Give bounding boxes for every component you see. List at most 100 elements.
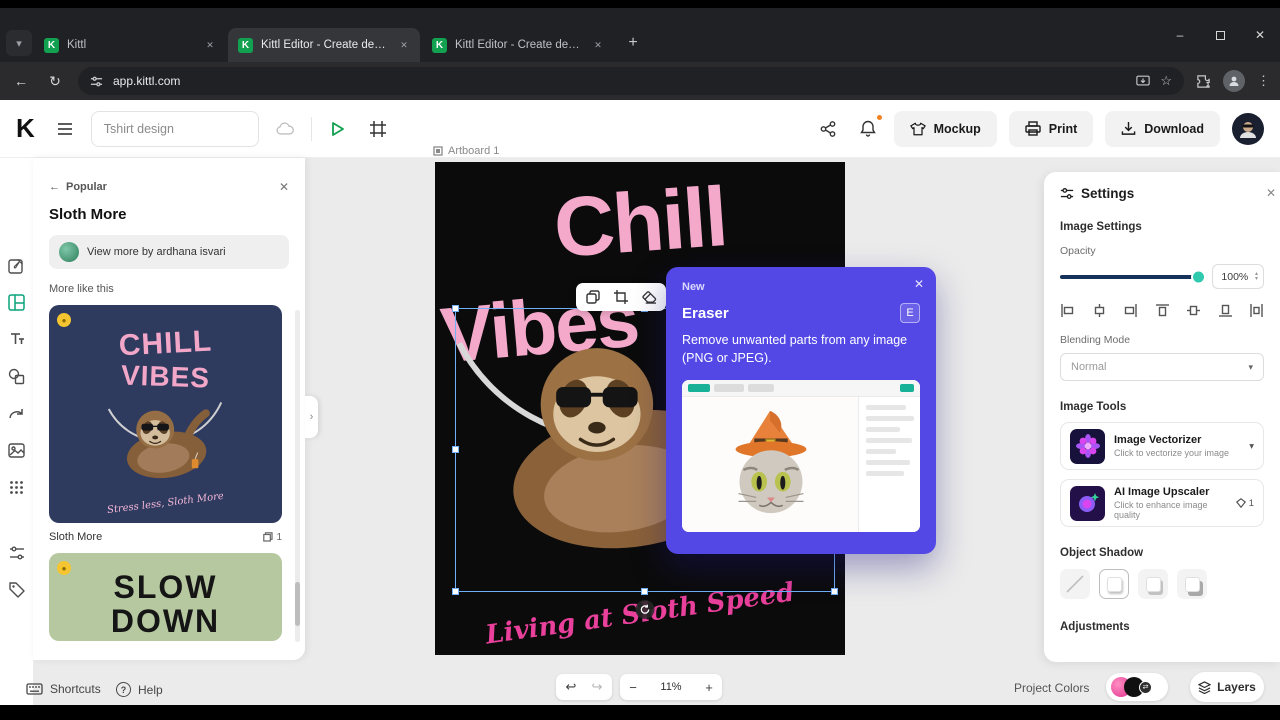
panel-back-label[interactable]: Popular: [66, 181, 107, 193]
mockup-label: Mockup: [933, 121, 981, 136]
help-button[interactable]: ? Help: [116, 682, 163, 697]
crop-icon: [614, 290, 628, 304]
artboard-frame-button[interactable]: [364, 115, 392, 143]
main-menu-button[interactable]: [51, 115, 79, 143]
zoom-level[interactable]: 11%: [646, 681, 696, 693]
opacity-stepper[interactable]: ▴ ▾: [1255, 271, 1258, 282]
align-top-icon[interactable]: [1155, 303, 1170, 318]
project-colors-widget[interactable]: ⇄: [1106, 673, 1168, 701]
tool-expand-chevron[interactable]: ▾: [1249, 441, 1254, 452]
shadow-option-2[interactable]: [1138, 569, 1168, 599]
mockup-button[interactable]: Mockup: [893, 110, 997, 147]
animate-play-button[interactable]: [324, 115, 352, 143]
tool-settings-button[interactable]: [6, 542, 28, 564]
site-settings-icon[interactable]: [90, 75, 103, 88]
panel-collapse-handle[interactable]: ›: [305, 396, 318, 438]
scrollbar-thumb[interactable]: [295, 582, 300, 626]
panel-back-button[interactable]: ←: [49, 181, 60, 193]
download-button[interactable]: Download: [1105, 110, 1220, 147]
url-text[interactable]: app.kittl.com: [113, 74, 1126, 88]
thumbnail-caption[interactable]: Sloth More: [49, 531, 102, 543]
omnibox[interactable]: app.kittl.com ☆: [78, 67, 1184, 95]
align-center-vertical-icon[interactable]: [1186, 303, 1201, 318]
blending-mode-label: Blending Mode: [1060, 334, 1131, 346]
window-maximize-button[interactable]: [1200, 8, 1240, 62]
align-right-icon[interactable]: [1123, 303, 1138, 318]
bookmark-star-icon[interactable]: ☆: [1160, 73, 1172, 89]
tool-text-button[interactable]: [6, 328, 28, 350]
shortcuts-label: Shortcuts: [50, 682, 101, 696]
shadow-option-3[interactable]: [1177, 569, 1207, 599]
shortcuts-button[interactable]: Shortcuts: [26, 682, 101, 696]
tab-close-icon[interactable]: ✕: [202, 37, 218, 53]
blending-mode-select[interactable]: Normal ▾: [1060, 353, 1264, 381]
window-close-button[interactable]: ✕: [1240, 8, 1280, 62]
undo-button[interactable]: ↩: [560, 679, 582, 695]
template-thumbnail-chill-vibes[interactable]: ● CHILL VIBES Stress less, Sloth More: [49, 305, 282, 523]
tab-search-button[interactable]: ▾: [6, 30, 32, 56]
browser-profile-avatar[interactable]: [1223, 70, 1245, 92]
stepper-down-icon[interactable]: ▾: [1255, 276, 1258, 282]
templates-side-panel: ← Popular ✕ Sloth More View more by ardh…: [33, 158, 305, 660]
kittl-favicon: K: [238, 37, 253, 53]
tool-edit-button[interactable]: [6, 254, 28, 276]
window-minimize-button[interactable]: –: [1160, 8, 1200, 62]
crop-button[interactable]: [609, 286, 633, 308]
align-center-horizontal-icon[interactable]: [1092, 303, 1107, 318]
chevron-down-icon: ▾: [1248, 361, 1253, 372]
tab-close-icon[interactable]: ✕: [396, 37, 412, 53]
panel-scrollbar[interactable]: [295, 310, 300, 642]
ai-upscaler-card[interactable]: AI Image Upscaler Click to enhance image…: [1060, 479, 1264, 527]
notifications-button[interactable]: [854, 113, 883, 143]
tool-brand-button[interactable]: [6, 579, 28, 601]
design-title-input[interactable]: [90, 110, 259, 147]
shadow-option-1-selected[interactable]: [1099, 569, 1129, 599]
tool-transform-button[interactable]: [6, 402, 28, 424]
new-tab-button[interactable]: +: [620, 30, 646, 56]
tool-templates-button[interactable]: [6, 291, 28, 313]
tool-photos-button[interactable]: [6, 439, 28, 461]
opacity-slider[interactable]: [1060, 271, 1205, 282]
image-vectorizer-card[interactable]: Image Vectorizer Click to vectorize your…: [1060, 422, 1264, 470]
tool-elements-button[interactable]: [6, 476, 28, 498]
distribute-icon[interactable]: [1249, 303, 1264, 318]
settings-close-icon[interactable]: ✕: [1266, 186, 1276, 200]
align-bottom-icon[interactable]: [1218, 303, 1233, 318]
zoom-out-button[interactable]: −: [620, 680, 646, 695]
browser-tab-1[interactable]: K Kittl ✕: [34, 28, 226, 62]
duplicate-button[interactable]: [581, 286, 605, 308]
browser-menu-icon[interactable]: ⋮: [1257, 73, 1270, 89]
extensions-icon[interactable]: [1196, 74, 1211, 89]
tool-shapes-button[interactable]: [6, 365, 28, 387]
kittl-logo[interactable]: K: [16, 113, 35, 144]
eraser-button[interactable]: [637, 286, 661, 308]
panel-close-icon[interactable]: ✕: [279, 180, 289, 194]
variant-count-value: 1: [276, 531, 282, 543]
template-thumbnail-slow-down[interactable]: ● SLOW DOWN: [49, 553, 282, 641]
templates-icon: [8, 293, 25, 311]
align-left-icon[interactable]: [1060, 303, 1075, 318]
swap-colors-icon[interactable]: ⇄: [1139, 680, 1152, 694]
browser-tab-2-active[interactable]: K Kittl Editor - Create designs tha ✕: [228, 28, 420, 62]
chevron-down-icon: ▾: [1249, 440, 1254, 452]
bell-icon: [859, 120, 876, 137]
shadow-none-option[interactable]: [1060, 569, 1090, 599]
back-button[interactable]: ←: [10, 73, 32, 89]
toolbar-divider: [310, 116, 312, 141]
view-more-button[interactable]: View more by ardhana isvari: [49, 235, 289, 269]
redo-button[interactable]: ↪: [586, 679, 608, 695]
popup-title-row: Eraser E: [682, 303, 920, 323]
opacity-value-box[interactable]: 100% ▴ ▾: [1212, 264, 1264, 289]
zoom-in-button[interactable]: +: [696, 680, 722, 695]
layers-button[interactable]: Layers: [1190, 672, 1264, 702]
refresh-button[interactable]: ↻: [44, 73, 66, 90]
artboard-label[interactable]: Artboard 1: [433, 145, 499, 157]
browser-tab-3[interactable]: K Kittl Editor - Create designs tha ✕: [422, 28, 614, 62]
print-button[interactable]: Print: [1008, 110, 1094, 147]
opacity-slider-knob[interactable]: [1193, 271, 1205, 282]
share-button[interactable]: [814, 115, 842, 143]
popup-close-icon[interactable]: ✕: [914, 277, 924, 291]
user-avatar[interactable]: [1232, 112, 1264, 145]
tab-close-icon[interactable]: ✕: [590, 37, 606, 53]
install-app-icon[interactable]: [1136, 75, 1151, 87]
